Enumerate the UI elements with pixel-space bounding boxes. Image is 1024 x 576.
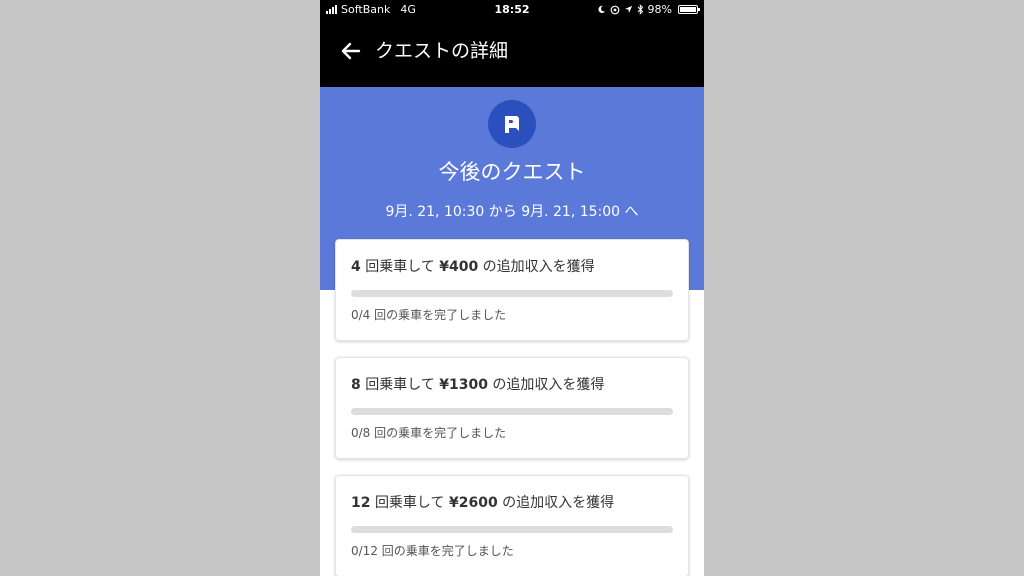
location-arrow-icon <box>624 5 632 14</box>
arrow-left-icon <box>341 42 361 60</box>
quest-card-title: 8 回乗車して ¥1300 の追加収入を獲得 <box>351 375 604 395</box>
app-bar: クエストの詳細 <box>320 20 704 87</box>
quest-trip-label: 回乗車して <box>365 377 435 393</box>
quest-status: 0/8 回の乗車を完了しました <box>351 426 507 440</box>
back-button[interactable] <box>338 38 364 64</box>
quest-trip-count: 12 <box>351 495 371 511</box>
quest-trip-count: 4 <box>351 259 361 275</box>
quest-trip-label: 回乗車して <box>374 495 445 511</box>
moon-icon <box>597 5 605 14</box>
quest-card: 4 回乗車して ¥400 の追加収入を獲得 0/4 回の乗車を完了しました <box>335 239 689 341</box>
quest-card: 12 回乗車して ¥2600 の追加収入を獲得 0/12 回の乗車を完了しました <box>335 475 689 576</box>
bluetooth-icon <box>637 4 643 15</box>
battery-tip <box>698 8 700 11</box>
location-lock-icon <box>610 5 619 14</box>
page-title: クエストの詳細 <box>375 40 509 62</box>
quest-flag-icon <box>488 100 536 148</box>
quest-reward-label: の追加収入を獲得 <box>482 259 595 275</box>
battery-fill <box>680 7 696 12</box>
quest-start-time: 9月. 21, 10:30 <box>385 204 485 220</box>
quest-from-label: から <box>488 204 517 220</box>
battery-icon <box>678 5 700 14</box>
status-right: 98% <box>597 3 700 16</box>
quest-trip-label: 回乗車して <box>365 259 435 275</box>
quest-card-title: 12 回乗車して ¥2600 の追加収入を獲得 <box>351 493 614 513</box>
quest-reward-label: の追加収入を獲得 <box>502 495 615 511</box>
quest-reward-label: の追加収入を獲得 <box>492 377 605 393</box>
quest-card-title: 4 回乗車して ¥400 の追加収入を獲得 <box>351 257 595 277</box>
quest-section-title: 今後のクエスト <box>438 160 586 184</box>
quest-status: 0/12 回の乗車を完了しました <box>351 544 514 558</box>
quest-progress-bar <box>351 526 673 533</box>
quest-end-time: 9月. 21, 15:00 <box>521 204 621 220</box>
quest-progress-bar <box>351 290 673 297</box>
quest-to-label: へ <box>624 204 639 220</box>
quest-card: 8 回乗車して ¥1300 の追加収入を獲得 0/8 回の乗車を完了しました <box>335 357 689 459</box>
quest-time-range: 9月. 21, 10:30 から 9月. 21, 15:00 へ <box>320 201 704 223</box>
quest-progress-bar <box>351 408 673 415</box>
quest-status: 0/4 回の乗車を完了しました <box>351 308 507 322</box>
quest-reward: ¥2600 <box>448 495 498 511</box>
quest-trip-count: 8 <box>351 377 361 393</box>
phone-screen: SoftBank 4G 18:52 98% クエストの詳細 今後のクエスト 9月… <box>320 0 704 576</box>
battery-percent: 98% <box>647 3 672 16</box>
quest-reward: ¥1300 <box>439 377 488 393</box>
status-bar: SoftBank 4G 18:52 98% <box>320 0 704 20</box>
quest-reward: ¥400 <box>439 259 479 275</box>
